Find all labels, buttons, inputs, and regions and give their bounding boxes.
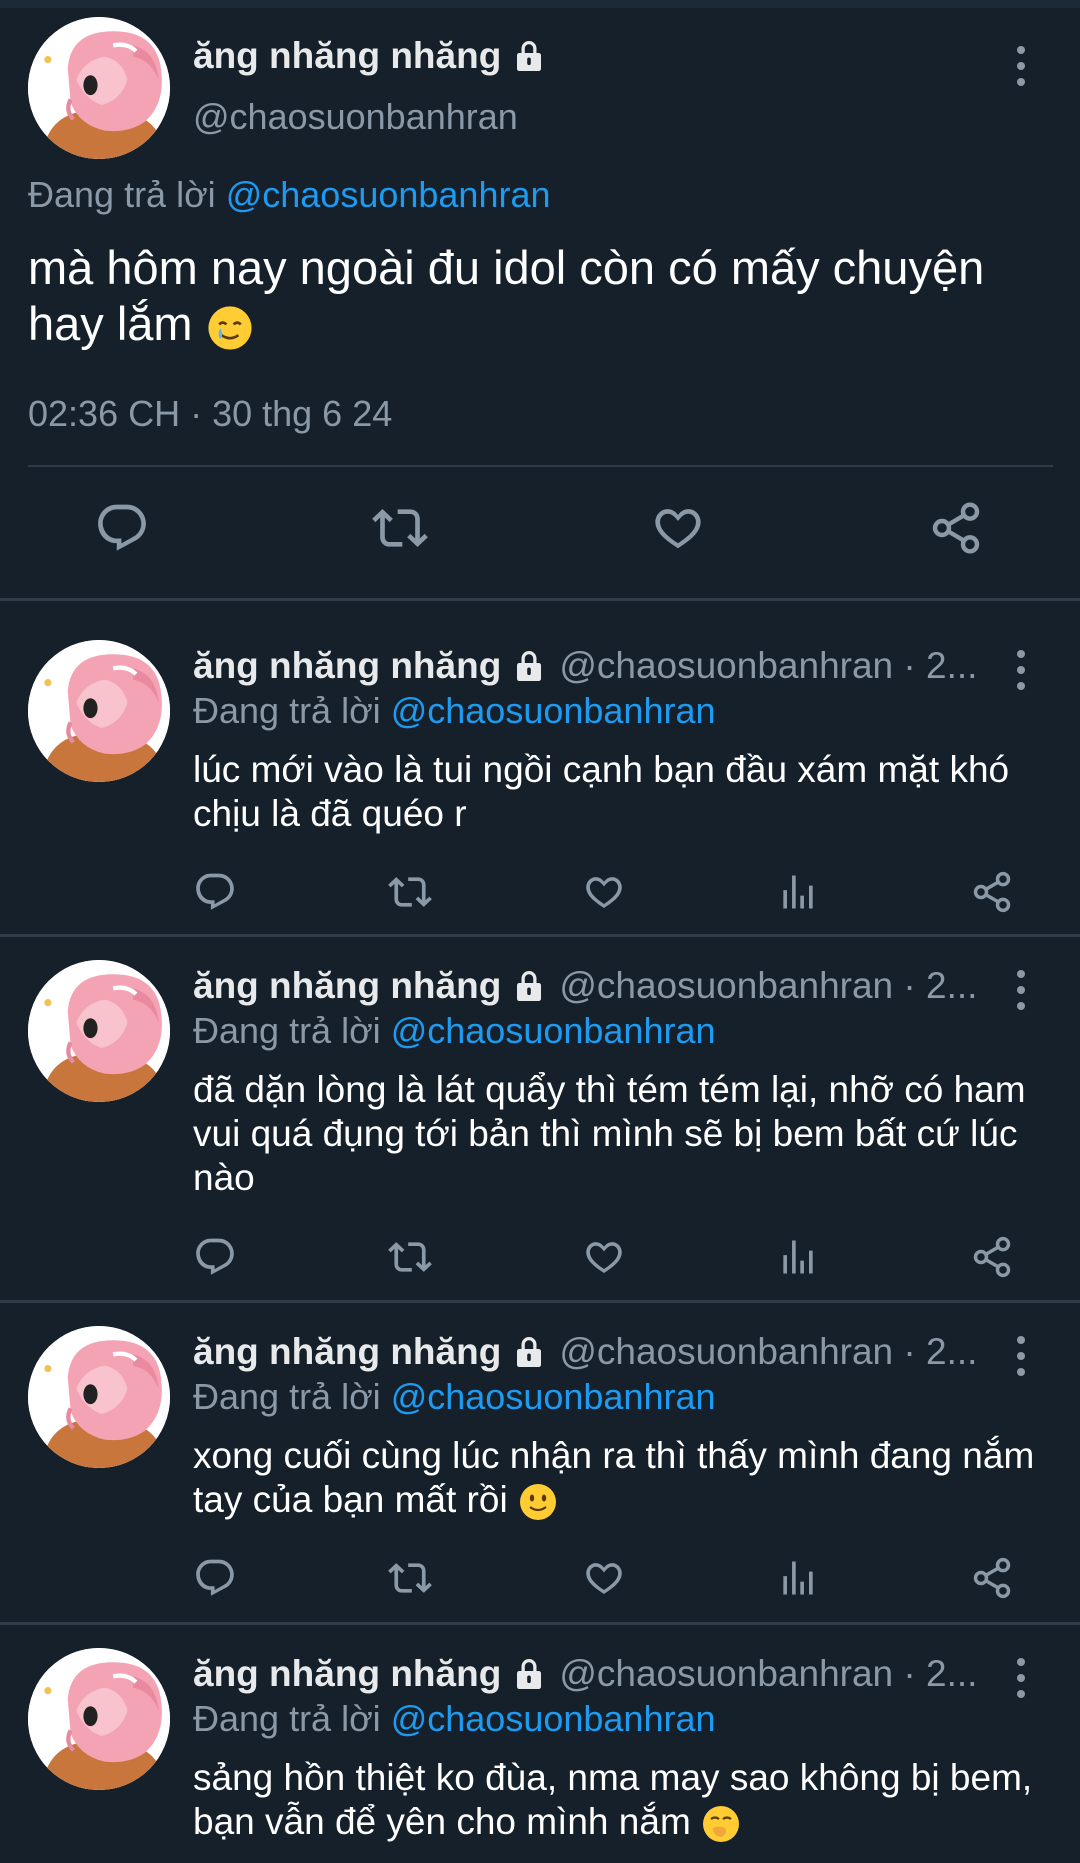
more-vertical-icon[interactable]: [1015, 1658, 1027, 1698]
tweet-text: mà hôm nay ngoài đu idol còn có mấy chuy…: [28, 240, 1058, 352]
smiling-face-with-tear-icon: [206, 304, 254, 352]
retweet-icon[interactable]: [372, 500, 428, 556]
tweet-text-content: xong cuối cùng lúc nhận ra thì thấy mình…: [193, 1435, 1035, 1520]
display-name[interactable]: ăng nhăng nhăng: [193, 965, 501, 1007]
divider: [0, 1300, 1080, 1303]
retweet-icon[interactable]: [388, 1556, 432, 1600]
tweet-text-content: sảng hồn thiệt ko đùa, nma may sao không…: [193, 1757, 1033, 1842]
lock-icon: [511, 968, 547, 1004]
tweet-header: ăng nhăng nhăng @chaosuonbanhran · 2...: [193, 965, 993, 1007]
tweet-header: ăng nhăng nhăng @chaosuonbanhran · 2...: [193, 1331, 993, 1373]
user-handle[interactable]: @chaosuonbanhran · 2...: [559, 1653, 977, 1695]
tweet-text: lúc mới vào là tui ngồi cạnh bạn đầu xám…: [193, 748, 1063, 836]
avatar[interactable]: [28, 1648, 170, 1790]
tweet-text: sảng hồn thiệt ko đùa, nma may sao không…: [193, 1756, 1063, 1844]
more-vertical-icon[interactable]: [1015, 46, 1027, 86]
reply-tweet[interactable]: ăng nhăng nhăng @chaosuonbanhran · 2... …: [0, 960, 1080, 1290]
reply-icon[interactable]: [193, 1235, 237, 1279]
avatar[interactable]: [28, 640, 170, 782]
tweet-text: đã dặn lòng là lát quẩy thì tém tém lại,…: [193, 1068, 1063, 1200]
lock-icon: [511, 1656, 547, 1692]
action-bar: [0, 870, 1080, 920]
display-name[interactable]: ăng nhăng nhăng: [193, 1331, 501, 1373]
retweet-icon[interactable]: [388, 870, 432, 914]
heart-icon[interactable]: [582, 1235, 626, 1279]
slightly-smiling-face-icon: [518, 1482, 558, 1522]
divider: [0, 1622, 1080, 1625]
share-icon[interactable]: [970, 1235, 1014, 1279]
replying-to-label: Đang trả lời: [193, 690, 381, 731]
replying-to-label: Đang trả lời: [193, 1010, 381, 1051]
mention-link[interactable]: @chaosuonbanhran: [391, 1376, 716, 1417]
divider: [0, 598, 1080, 601]
views-icon[interactable]: [776, 1556, 820, 1600]
divider: [0, 934, 1080, 937]
lock-icon: [511, 648, 547, 684]
action-bar: [0, 500, 1080, 565]
reply-icon[interactable]: [193, 1556, 237, 1600]
reply-icon[interactable]: [193, 870, 237, 914]
tweet-text-content: đã dặn lòng là lát quẩy thì tém tém lại,…: [193, 1069, 1026, 1198]
tweet-text: xong cuối cùng lúc nhận ra thì thấy mình…: [193, 1434, 1063, 1522]
mention-link[interactable]: @chaosuonbanhran: [226, 174, 551, 215]
share-icon[interactable]: [970, 870, 1014, 914]
avatar[interactable]: [28, 1326, 170, 1468]
user-handle[interactable]: @chaosuonbanhran · 2...: [559, 1331, 977, 1373]
tweet-text-content: mà hôm nay ngoài đu idol còn có mấy chuy…: [28, 241, 985, 350]
avatar[interactable]: [28, 960, 170, 1102]
share-icon[interactable]: [970, 1556, 1014, 1600]
more-vertical-icon[interactable]: [1015, 970, 1027, 1010]
reply-tweet[interactable]: ăng nhăng nhăng @chaosuonbanhran · 2... …: [0, 1648, 1080, 1863]
lock-icon: [511, 38, 547, 74]
reply-icon[interactable]: [94, 500, 150, 556]
display-name-row[interactable]: ăng nhăng nhăng: [193, 35, 547, 77]
reply-tweet[interactable]: ăng nhăng nhăng @chaosuonbanhran · 2... …: [0, 640, 1080, 930]
replying-to: Đang trả lời @chaosuonbanhran: [28, 174, 551, 216]
views-icon[interactable]: [776, 1235, 820, 1279]
more-vertical-icon[interactable]: [1015, 1336, 1027, 1376]
mention-link[interactable]: @chaosuonbanhran: [391, 1698, 716, 1739]
tweet-timestamp[interactable]: 02:36 CH · 30 thg 6 24: [28, 393, 392, 435]
heart-icon[interactable]: [582, 870, 626, 914]
views-icon[interactable]: [776, 870, 820, 914]
heart-icon[interactable]: [582, 1556, 626, 1600]
share-icon[interactable]: [928, 500, 984, 556]
user-handle[interactable]: @chaosuonbanhran · 2...: [559, 965, 977, 1007]
heart-icon[interactable]: [650, 500, 706, 556]
retweet-icon[interactable]: [388, 1235, 432, 1279]
more-vertical-icon[interactable]: [1015, 650, 1027, 690]
replying-to-label: Đang trả lời: [193, 1376, 381, 1417]
face-with-hand-over-mouth-icon: [701, 1804, 741, 1844]
main-tweet: ăng nhăng nhăng @chaosuonbanhran Đang tr…: [0, 0, 1080, 600]
display-name[interactable]: ăng nhăng nhăng: [193, 1653, 501, 1695]
tweet-header: ăng nhăng nhăng @chaosuonbanhran · 2...: [193, 645, 993, 687]
tweet-header: ăng nhăng nhăng @chaosuonbanhran · 2...: [193, 1653, 993, 1695]
replying-to: Đang trả lời @chaosuonbanhran: [193, 1698, 716, 1740]
display-name[interactable]: ăng nhăng nhăng: [193, 645, 501, 687]
replying-to: Đang trả lời @chaosuonbanhran: [193, 1010, 716, 1052]
mention-link[interactable]: @chaosuonbanhran: [391, 1010, 716, 1051]
mention-link[interactable]: @chaosuonbanhran: [391, 690, 716, 731]
avatar[interactable]: [28, 17, 170, 159]
user-handle[interactable]: @chaosuonbanhran · 2...: [559, 645, 977, 687]
replying-to: Đang trả lời @chaosuonbanhran: [193, 1376, 716, 1418]
lock-icon: [511, 1334, 547, 1370]
divider: [28, 465, 1053, 467]
action-bar: [0, 1235, 1080, 1285]
display-name[interactable]: ăng nhăng nhăng: [193, 35, 501, 77]
tweet-text-content: lúc mới vào là tui ngồi cạnh bạn đầu xám…: [193, 749, 1010, 834]
reply-tweet[interactable]: ăng nhăng nhăng @chaosuonbanhran · 2... …: [0, 1326, 1080, 1616]
replying-to-label: Đang trả lời: [28, 174, 216, 215]
replying-to-label: Đang trả lời: [193, 1698, 381, 1739]
action-bar: [0, 1556, 1080, 1606]
user-handle[interactable]: @chaosuonbanhran: [193, 96, 518, 138]
replying-to: Đang trả lời @chaosuonbanhran: [193, 690, 716, 732]
